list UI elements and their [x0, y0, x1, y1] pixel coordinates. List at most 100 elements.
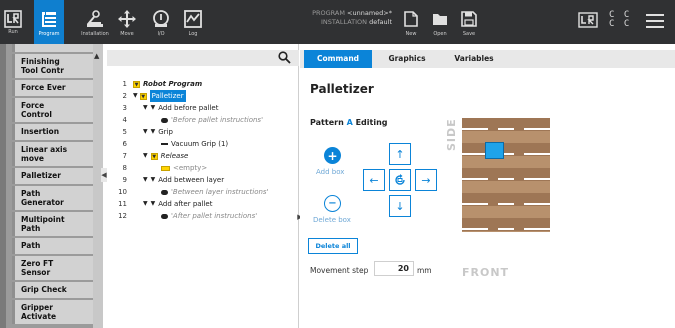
move-down-button[interactable]: ↓ [389, 195, 411, 217]
sidebar-item-finishing-tool-control[interactable]: Finishing Tool Contr [12, 54, 93, 78]
tree-row[interactable]: 5 ▼ ▼ Grip [107, 126, 297, 138]
sidebar-item-multipoint-path[interactable]: Multipoint Path [12, 212, 93, 236]
tree-row[interactable]: 11 ▼ ▼ Add after pallet [107, 198, 297, 210]
log-icon [184, 9, 202, 28]
plus-icon: + [327, 148, 338, 163]
tab-graphics[interactable]: Graphics [374, 50, 440, 68]
tree-node-label: Vacuum Grip (1) [171, 140, 229, 148]
sidebar-item-path[interactable]: Path [12, 238, 93, 254]
rotate-button[interactable] [389, 169, 411, 191]
pallet-gap [462, 228, 488, 230]
sidebar-item-palletizer[interactable]: Palletizer [12, 168, 93, 184]
sequence-arrow-icon: ▼ [150, 176, 156, 183]
tree-row[interactable]: 8 <empty> [107, 162, 297, 174]
tree-row[interactable]: 9 ▼ ▼ Add between layer [107, 174, 297, 186]
save-label: Save [462, 30, 476, 37]
installation-tab-button[interactable]: Installation [80, 0, 110, 44]
tree-node-label: 'After pallet instructions' [171, 212, 258, 220]
program-tab-button[interactable]: Program [34, 0, 64, 44]
delete-all-button[interactable]: Delete all [308, 238, 358, 254]
tree-row[interactable]: 2 ▼ ▼ Palletizer [107, 90, 297, 102]
pallet-gap [498, 128, 514, 130]
run-button[interactable]: Run [0, 0, 26, 44]
add-box-button[interactable]: + [324, 147, 341, 164]
expand-arrow-icon[interactable]: ▼ [143, 126, 148, 138]
pattern-editing-title: Pattern A Editing [310, 118, 387, 127]
pallet-gap [524, 128, 550, 130]
new-label: New [405, 30, 417, 37]
line-number: 4 [122, 116, 127, 124]
minus-icon: − [328, 197, 337, 209]
sidebar-scrollbar[interactable]: ▲ [93, 44, 103, 328]
program-info-label: PROGRAM [312, 9, 345, 17]
sidebar-item-grip-check[interactable]: Grip Check [12, 282, 93, 298]
tree-node-label: Add before pallet [158, 104, 219, 112]
expand-arrow-icon[interactable]: ▼ [133, 90, 138, 102]
program-icon [42, 11, 56, 27]
new-program-button[interactable]: New [400, 0, 422, 44]
arrow-right-icon: → [421, 173, 431, 187]
pallet-view [462, 118, 550, 232]
line-number: 5 [122, 128, 127, 136]
io-tab-button[interactable]: I/O [146, 0, 176, 44]
tree-row[interactable]: 12 'After pallet instructions' [107, 210, 297, 222]
sidebar-item-force-event[interactable]: Force Ever [12, 80, 93, 96]
line-number: 1 [122, 80, 127, 88]
move-left-button[interactable]: ← [363, 169, 385, 191]
sidebar-item-path-generator[interactable]: Path Generator [12, 186, 93, 210]
scroll-up-icon[interactable]: ▲ [94, 52, 99, 60]
tree-node-label: Release [160, 152, 189, 160]
open-program-button[interactable]: Open [429, 0, 451, 44]
sidebar-left-strip [0, 44, 6, 328]
tree-node-label: Add after pallet [158, 200, 213, 208]
tree-row[interactable]: 4 'Before pallet instructions' [107, 114, 297, 126]
tree-row[interactable]: 10 'Between layer instructions' [107, 186, 297, 198]
movement-step-unit: mm [417, 266, 432, 275]
sidebar-item-insertion[interactable]: Insertion [12, 124, 93, 140]
tree-row[interactable]: 1 ▼ Robot Program [107, 78, 297, 90]
pattern-suffix: Editing [355, 118, 388, 127]
tree-row[interactable]: 7 ▼ ▼ Release [107, 150, 297, 162]
pallet-box-item[interactable] [485, 142, 504, 159]
tab-command[interactable]: Command [304, 50, 372, 68]
move-up-button[interactable]: ↑ [389, 143, 411, 165]
move-icon [118, 9, 136, 28]
front-label: FRONT [462, 266, 510, 279]
expand-arrow-icon[interactable]: ▼ [143, 150, 148, 162]
empty-placeholder-icon [161, 165, 170, 171]
arrow-down-icon: ↓ [395, 199, 405, 213]
top-bar: Run Program Installation Move I/O Log PR… [0, 0, 675, 44]
line-number: 6 [122, 140, 127, 148]
tab-variables[interactable]: Variables [442, 50, 506, 68]
sidebar-item-zero-ft-sensor[interactable]: Zero FT Sensor [12, 256, 93, 280]
movement-step-input[interactable]: 20 [374, 261, 414, 276]
save-program-button[interactable]: Save [458, 0, 480, 44]
hamburger-menu-icon[interactable] [645, 13, 665, 29]
tree-row[interactable]: 3 ▼ ▼ Add before pallet [107, 102, 297, 114]
release-node-icon: ▼ [150, 152, 158, 160]
installation-info-label: INSTALLATION [321, 18, 368, 26]
open-label: Open [433, 30, 447, 37]
tree-node-label: 'Before pallet instructions' [171, 116, 264, 124]
log-tab-button[interactable]: Log [178, 0, 208, 44]
sidebar-item-force-control[interactable]: Force Control [12, 98, 93, 122]
sidebar-item-partial[interactable] [12, 44, 93, 52]
sidebar-item-linear-axis-move[interactable]: Linear axis move [12, 142, 93, 166]
line-number: 12 [118, 212, 127, 220]
line-number: 11 [118, 200, 127, 208]
expand-arrow-icon[interactable]: ▼ [143, 198, 148, 210]
pallet-gap [498, 228, 514, 230]
expand-arrow-icon[interactable]: ▼ [143, 174, 148, 186]
tree-row[interactable]: 6 Vacuum Grip (1) [107, 138, 297, 150]
expand-arrow-icon[interactable]: ▼ [143, 102, 148, 114]
sequence-arrow-icon: ▼ [150, 128, 156, 135]
tree-search-bar[interactable] [107, 50, 299, 66]
line-number: 9 [122, 176, 127, 184]
cc-status-icon[interactable]: C C C C [609, 11, 631, 29]
move-right-button[interactable]: → [415, 169, 437, 191]
sidebar-item-gripper-activate[interactable]: Gripper Activate [12, 300, 93, 324]
line-number: 3 [122, 104, 127, 112]
search-icon[interactable] [278, 51, 291, 64]
move-tab-button[interactable]: Move [112, 0, 142, 44]
delete-box-button[interactable]: − [324, 195, 341, 212]
